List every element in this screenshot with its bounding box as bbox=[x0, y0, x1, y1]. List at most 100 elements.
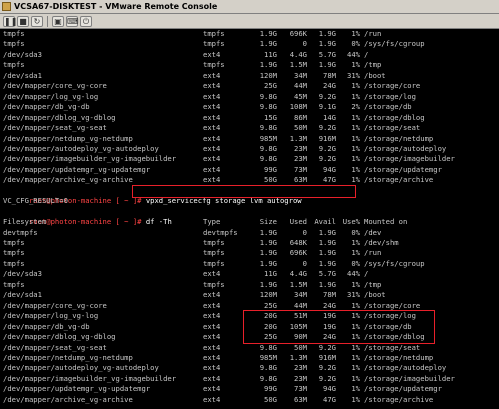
cell-used: 44M bbox=[294, 301, 307, 310]
title-bar[interactable]: VCSA67-DISKTEST - VMware Remote Console bbox=[0, 0, 499, 14]
cell-filesystem: /dev/sda1 bbox=[3, 290, 42, 299]
cell-mounted-on: /storage/imagebuilder bbox=[364, 154, 455, 163]
cell-avail: 1.9G bbox=[318, 280, 336, 289]
cell-use-percent: 1% bbox=[351, 238, 360, 247]
cell-avail: 47G bbox=[323, 175, 336, 184]
cell-mounted-on: /boot bbox=[364, 290, 386, 299]
cell-filesystem: tmpfs bbox=[3, 259, 25, 268]
cell-size: 1.9G bbox=[259, 259, 277, 268]
cell-use-percent: 1% bbox=[351, 29, 360, 38]
cell-use-percent: 1% bbox=[351, 311, 360, 320]
cell-use-percent: 1% bbox=[351, 322, 360, 331]
cell-filesystem: tmpfs bbox=[3, 248, 25, 257]
cell-use-percent: 1% bbox=[351, 144, 360, 153]
cell-avail: 916M bbox=[318, 353, 336, 362]
cell-size: 20G bbox=[264, 311, 277, 320]
stop-icon[interactable]: ■ bbox=[17, 16, 29, 27]
cell-used: 51M bbox=[294, 311, 307, 320]
cell-type: ext4 bbox=[203, 144, 221, 153]
cell-size: 25G bbox=[264, 81, 277, 90]
cell-type: tmpfs bbox=[203, 60, 225, 69]
cell-use-percent: 1% bbox=[351, 363, 360, 372]
header-size: Size bbox=[259, 217, 277, 226]
cell-size: 11G bbox=[264, 269, 277, 278]
cell-use-percent: 0% bbox=[351, 259, 360, 268]
cell-used: 0 bbox=[302, 259, 307, 268]
cell-avail: 1.9G bbox=[318, 238, 336, 247]
cell-mounted-on: /tmp bbox=[364, 60, 382, 69]
send-keys-icon[interactable]: ⌨ bbox=[66, 16, 79, 27]
cell-filesystem: /dev/mapper/core_vg-core bbox=[3, 301, 107, 310]
cell-filesystem: tmpfs bbox=[3, 280, 25, 289]
cell-used: 23M bbox=[294, 363, 307, 372]
cell-use-percent: 1% bbox=[351, 301, 360, 310]
cell-type: ext4 bbox=[203, 290, 221, 299]
cell-type: ext4 bbox=[203, 311, 221, 320]
cell-filesystem: /dev/mapper/imagebuilder_vg-imagebuilder bbox=[3, 154, 177, 163]
cell-size: 15G bbox=[264, 113, 277, 122]
cell-used: 0 bbox=[302, 39, 307, 48]
vmware-app-icon bbox=[2, 2, 11, 11]
cell-avail: 1.9G bbox=[318, 248, 336, 257]
cell-used: 23M bbox=[294, 144, 307, 153]
cell-avail: 1.9G bbox=[318, 259, 336, 268]
cell-used: 1.5M bbox=[289, 280, 307, 289]
screen-icon[interactable]: ▣ bbox=[52, 16, 64, 27]
cell-size: 9.8G bbox=[259, 154, 277, 163]
cell-type: ext4 bbox=[203, 363, 221, 372]
pause-icon[interactable]: ❚❚ bbox=[3, 16, 17, 27]
restart-icon[interactable]: ↻ bbox=[31, 16, 43, 27]
cell-size: 1.9G bbox=[259, 60, 277, 69]
cell-type: ext4 bbox=[203, 154, 221, 163]
cell-filesystem: /dev/mapper/updatemgr_vg-updatemgr bbox=[3, 165, 151, 174]
cell-used: 696K bbox=[289, 29, 307, 38]
cell-type: tmpfs bbox=[203, 39, 225, 48]
cell-avail: 24G bbox=[323, 332, 336, 341]
cell-mounted-on: /boot bbox=[364, 71, 386, 80]
cell-size: 50G bbox=[264, 395, 277, 404]
cell-type: ext4 bbox=[203, 71, 221, 80]
table-header: Filesystem Type Size Used Avail Use% Mou… bbox=[3, 217, 407, 227]
cell-type: ext4 bbox=[203, 123, 221, 132]
cell-avail: 9.2G bbox=[318, 363, 336, 372]
toolbar: ❚❚ ■ ↻ ▣ ⌨ ⏻ bbox=[0, 14, 499, 29]
cell-used: 86M bbox=[294, 113, 307, 122]
cell-avail: 5.7G bbox=[318, 269, 336, 278]
cell-used: 34M bbox=[294, 71, 307, 80]
cell-avail: 47G bbox=[323, 395, 336, 404]
cell-mounted-on: /tmp bbox=[364, 280, 382, 289]
cell-size: 9.8G bbox=[259, 363, 277, 372]
cell-mounted-on: /storage/log bbox=[364, 92, 416, 101]
cell-type: ext4 bbox=[203, 92, 221, 101]
terminal-console[interactable]: root@photon-machine [ ~ ]# vpxd_servicec… bbox=[0, 29, 499, 409]
cell-use-percent: 0% bbox=[351, 39, 360, 48]
cell-use-percent: 44% bbox=[347, 50, 360, 59]
cell-size: 9.8G bbox=[259, 343, 277, 352]
cell-mounted-on: /storage/autodeploy bbox=[364, 363, 447, 372]
cell-size: 1.9G bbox=[259, 280, 277, 289]
cell-use-percent: 1% bbox=[351, 165, 360, 174]
cell-used: 50M bbox=[294, 343, 307, 352]
cell-type: ext4 bbox=[203, 113, 221, 122]
cell-used: 63M bbox=[294, 395, 307, 404]
cell-used: 1.3M bbox=[289, 134, 307, 143]
cell-type: ext4 bbox=[203, 134, 221, 143]
header-avail: Avail bbox=[314, 217, 336, 226]
cell-filesystem: /dev/mapper/seat_vg-seat bbox=[3, 343, 107, 352]
cell-mounted-on: /storage/core bbox=[364, 81, 421, 90]
cell-type: ext4 bbox=[203, 269, 221, 278]
cell-mounted-on: /storage/dblog bbox=[364, 113, 425, 122]
cell-avail: 9.2G bbox=[318, 374, 336, 383]
cell-filesystem: /dev/mapper/db_vg-db bbox=[3, 322, 90, 331]
window-title: VCSA67-DISKTEST - VMware Remote Console bbox=[14, 2, 218, 11]
cell-used: 44M bbox=[294, 81, 307, 90]
cell-avail: 916M bbox=[318, 134, 336, 143]
cell-mounted-on: / bbox=[364, 269, 369, 278]
cell-filesystem: /dev/mapper/netdump_vg-netdump bbox=[3, 353, 133, 362]
power-icon[interactable]: ⏻ bbox=[80, 16, 92, 27]
cell-mounted-on: /storage/seat bbox=[364, 343, 421, 352]
cell-use-percent: 1% bbox=[351, 60, 360, 69]
cell-use-percent: 31% bbox=[347, 290, 360, 299]
cell-use-percent: 1% bbox=[351, 332, 360, 341]
cell-filesystem: /dev/mapper/archive_vg-archive bbox=[3, 395, 133, 404]
